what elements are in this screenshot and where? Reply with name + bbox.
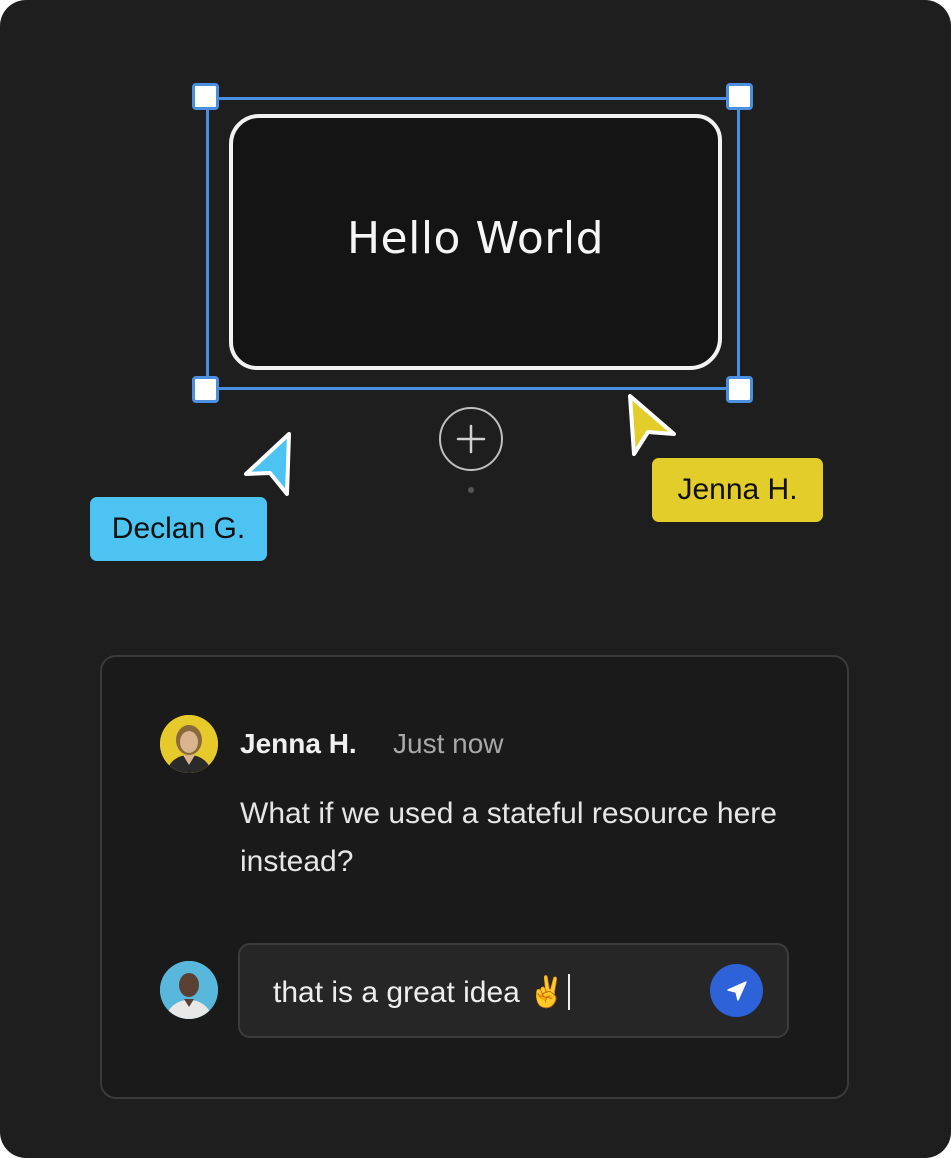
comment-timestamp: Just now xyxy=(393,728,504,759)
comment-author: Jenna H. xyxy=(240,728,357,759)
plus-icon xyxy=(456,424,486,454)
declan-avatar xyxy=(160,961,218,1019)
reply-input[interactable]: that is a great idea ✌️ xyxy=(273,968,683,1016)
collaborator-tag-jenna: Jenna H. xyxy=(652,458,823,522)
collaborator-name-declan: Declan G. xyxy=(111,512,246,545)
send-arrow-icon xyxy=(726,980,747,1001)
jenna-avatar-image xyxy=(160,715,218,773)
connector-dot xyxy=(468,487,474,493)
resize-handle-bottom-left[interactable] xyxy=(192,376,219,403)
selection-frame xyxy=(206,97,740,390)
collaborator-tag-declan: Declan G. xyxy=(90,497,267,561)
reply-input-text: that is a great idea ✌️ xyxy=(273,975,566,1009)
send-button[interactable] xyxy=(710,964,763,1017)
resize-handle-top-right[interactable] xyxy=(726,83,753,110)
declan-cursor-icon xyxy=(244,432,291,496)
text-caret xyxy=(567,974,570,1010)
whiteboard-app: Hello World Declan G. Jenna H. Jenna H. … xyxy=(0,0,951,1158)
jenna-avatar xyxy=(160,715,218,773)
declan-avatar-image xyxy=(160,961,218,1019)
add-node-button[interactable] xyxy=(439,407,503,471)
comment-body: What if we used a stateful resource here… xyxy=(240,797,777,878)
jenna-cursor-icon xyxy=(628,394,676,456)
resize-handle-top-left[interactable] xyxy=(192,83,219,110)
resize-handle-bottom-right[interactable] xyxy=(726,376,753,403)
collaborator-name-jenna: Jenna H. xyxy=(677,473,798,506)
